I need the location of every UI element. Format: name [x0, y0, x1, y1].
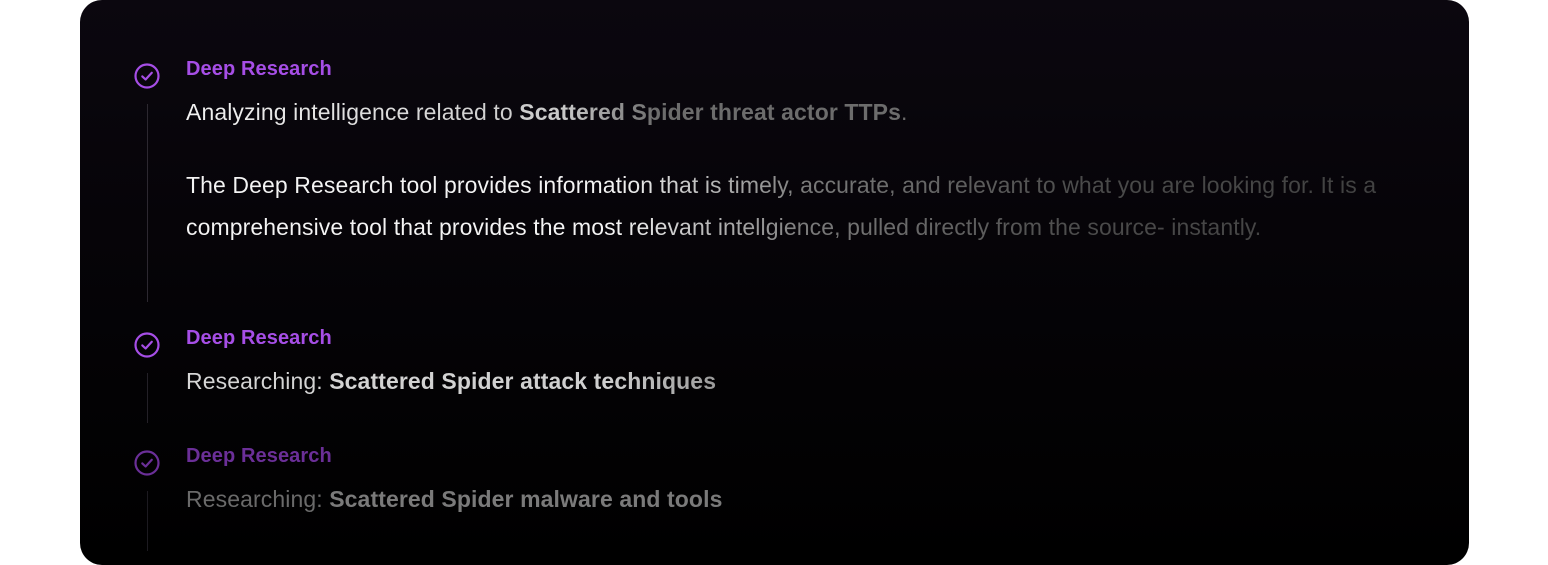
- step-description: The Deep Research tool provides informat…: [186, 164, 1426, 248]
- step-summary-topic: Scattered Spider malware and tools: [329, 486, 723, 512]
- step-title: Deep Research: [186, 58, 332, 80]
- check-circle-icon: [134, 450, 160, 476]
- step-title: Deep Research: [186, 327, 332, 349]
- timeline-connector: [147, 104, 148, 302]
- check-circle-icon: [134, 332, 160, 358]
- step-summary: Researching: Scattered Spider attack tec…: [186, 368, 716, 395]
- timeline-connector: [147, 373, 148, 423]
- timeline-connector: [147, 491, 148, 551]
- step-summary-prefix: Analyzing intelligence related to: [186, 99, 520, 125]
- step-summary-prefix: Researching:: [186, 486, 330, 512]
- step-title: Deep Research: [186, 445, 332, 467]
- check-circle-icon: [134, 63, 160, 89]
- deep-research-card: Deep Research Analyzing intelligence rel…: [80, 0, 1469, 565]
- step-summary-topic: Scattered Spider threat actor TTPs: [519, 99, 902, 125]
- step-summary: Researching: Scattered Spider malware an…: [186, 486, 722, 513]
- step-summary-suffix: .: [901, 99, 908, 125]
- step-summary-topic: Scattered Spider attack techniques: [329, 368, 717, 394]
- step-summary-prefix: Researching:: [186, 368, 330, 394]
- step-summary: Analyzing intelligence related to Scatte…: [186, 99, 908, 126]
